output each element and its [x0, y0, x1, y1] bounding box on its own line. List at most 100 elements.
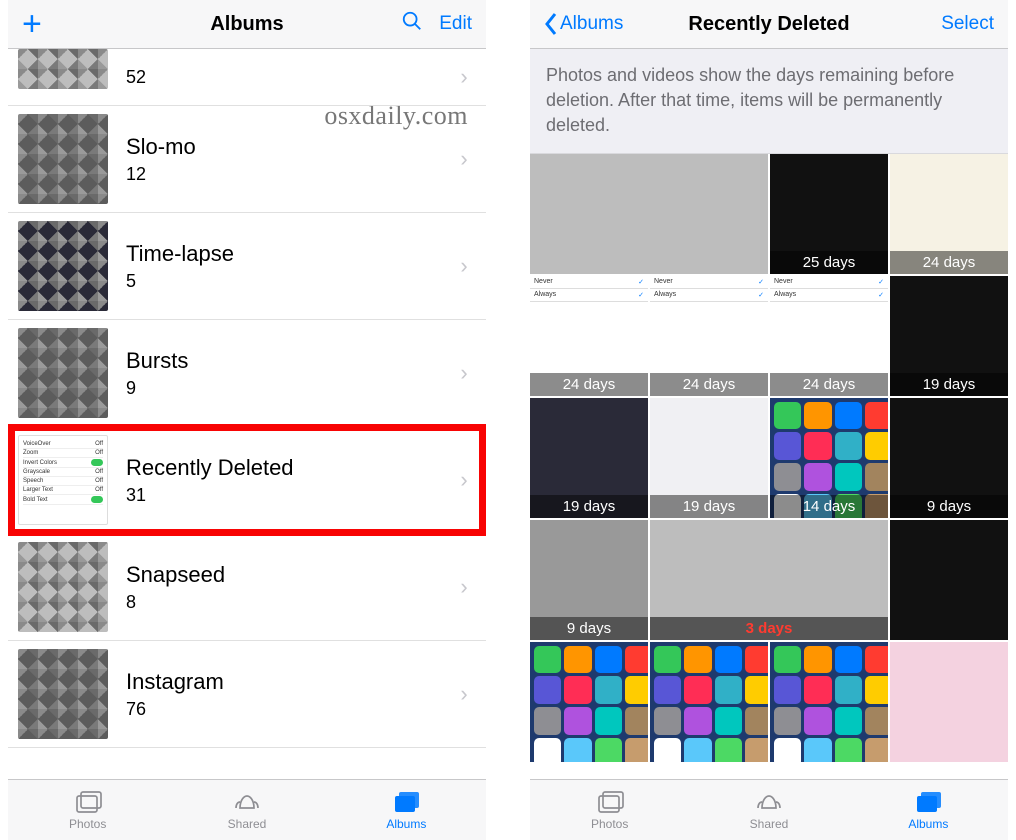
photo-cell[interactable]: 19 days [530, 398, 648, 518]
photo-cell[interactable]: 9 days [530, 520, 648, 640]
photo-cell[interactable]: 19 days [890, 276, 1008, 396]
album-name: Recently Deleted [126, 453, 454, 483]
album-count: 9 [126, 376, 454, 400]
days-remaining-label: 24 days [650, 373, 768, 396]
days-remaining-label: 14 days [770, 495, 888, 518]
days-remaining-label: 9 days [530, 617, 648, 640]
chevron-right-icon: › [454, 681, 486, 707]
days-remaining-label: 19 days [530, 495, 648, 518]
album-thumbnail [18, 49, 108, 89]
album-row[interactable]: VoiceOverOffZoomOffInvert ColorsGrayscal… [8, 427, 486, 534]
photos-icon [595, 789, 625, 817]
album-info: Instagram76 [108, 667, 454, 721]
photo-cell[interactable] [650, 642, 768, 762]
album-info: Time-lapse5 [108, 239, 454, 293]
photo-cell[interactable] [770, 642, 888, 762]
album-count: 52 [126, 65, 454, 89]
search-icon[interactable] [401, 10, 423, 38]
album-name: Bursts [126, 346, 454, 376]
album-count: 8 [126, 590, 454, 614]
album-info: Snapseed8 [108, 560, 454, 614]
deletion-info-text: Photos and videos show the days remainin… [530, 49, 1008, 154]
tab-bar: Photos Shared Albums [8, 779, 486, 840]
photo-cell[interactable]: 9 days [890, 398, 1008, 518]
add-album-button[interactable]: + [22, 14, 42, 34]
album-row[interactable]: Instagram76› [8, 641, 486, 748]
photo-cell[interactable]: Never✓Always✓24 days [770, 276, 888, 396]
chevron-right-icon: › [454, 467, 486, 493]
album-name: Slo-mo [126, 132, 454, 162]
album-info: Recently Deleted31 [108, 453, 454, 507]
tab-albums[interactable]: Albums [327, 789, 485, 831]
photo-cell[interactable] [530, 642, 648, 762]
recently-deleted-title: Recently Deleted [634, 13, 904, 36]
photo-cell[interactable]: 3 days [650, 520, 888, 640]
album-count: 76 [126, 697, 454, 721]
select-button[interactable]: Select [941, 13, 994, 35]
album-name: Snapseed [126, 560, 454, 590]
photo-cell[interactable] [530, 154, 768, 274]
album-thumbnail [18, 542, 108, 632]
days-remaining-label: 24 days [530, 373, 648, 396]
photo-cell[interactable]: Never✓Always✓24 days [530, 276, 648, 396]
photo-cell[interactable]: 14 days [770, 398, 888, 518]
photo-cell[interactable]: 25 days [770, 154, 888, 274]
albums-icon [913, 789, 943, 817]
photo-grid[interactable]: 25 days24 daysNever✓Always✓24 daysNever✓… [530, 154, 1008, 779]
days-remaining-label: 3 days [650, 617, 888, 640]
album-row[interactable]: Time-lapse5› [8, 213, 486, 320]
photo-cell[interactable]: 24 days [890, 154, 1008, 274]
albums-title: Albums [112, 13, 382, 36]
edit-button[interactable]: Edit [439, 13, 472, 35]
right-screenshot: Albums Recently Deleted Select Photos an… [530, 0, 1008, 840]
tab-label: Albums [908, 817, 948, 831]
chevron-right-icon: › [454, 574, 486, 600]
albums-icon [391, 789, 421, 817]
tab-label: Shared [228, 817, 267, 831]
recently-deleted-body: Photos and videos show the days remainin… [530, 49, 1008, 779]
tab-label: Shared [750, 817, 789, 831]
photo-cell[interactable]: Never✓Always✓24 days [650, 276, 768, 396]
chevron-right-icon: › [454, 253, 486, 279]
tab-photos[interactable]: Photos [9, 789, 167, 831]
album-thumbnail [18, 114, 108, 204]
album-count: 5 [126, 269, 454, 293]
back-label: Albums [560, 13, 623, 35]
days-remaining-label: 19 days [650, 495, 768, 518]
album-count: 31 [126, 483, 454, 507]
left-screenshot: + Albums Edit osxdaily.com 52›Slo-mo12›T… [8, 0, 486, 840]
photos-icon [73, 789, 103, 817]
days-remaining-label: 24 days [770, 373, 888, 396]
tab-albums[interactable]: Albums [849, 789, 1007, 831]
tab-shared[interactable]: Shared [168, 789, 326, 831]
album-info: Bursts9 [108, 346, 454, 400]
albums-list[interactable]: osxdaily.com 52›Slo-mo12›Time-lapse5›Bur… [8, 49, 486, 779]
days-remaining-label: 9 days [890, 495, 1008, 518]
albums-header: + Albums Edit [8, 0, 486, 49]
tab-shared[interactable]: Shared [690, 789, 848, 831]
tab-label: Photos [69, 817, 106, 831]
days-remaining-label: 19 days [890, 373, 1008, 396]
album-count: 12 [126, 162, 454, 186]
tab-label: Photos [591, 817, 628, 831]
album-name: Instagram [126, 667, 454, 697]
photo-cell[interactable]: 19 days [650, 398, 768, 518]
shared-icon [232, 789, 262, 817]
chevron-right-icon: › [454, 146, 486, 172]
photo-cell[interactable] [890, 642, 1008, 762]
album-thumbnail [18, 221, 108, 311]
album-row[interactable]: 52› [8, 49, 486, 106]
album-row[interactable]: Bursts9› [8, 320, 486, 427]
tab-photos[interactable]: Photos [531, 789, 689, 831]
album-thumbnail [18, 649, 108, 739]
chevron-right-icon: › [454, 64, 486, 90]
album-row[interactable]: Slo-mo12› [8, 106, 486, 213]
album-thumbnail: VoiceOverOffZoomOffInvert ColorsGrayscal… [18, 435, 108, 525]
album-name: Time-lapse [126, 239, 454, 269]
album-row[interactable]: Snapseed8› [8, 534, 486, 641]
photo-cell[interactable] [890, 520, 1008, 640]
shared-icon [754, 789, 784, 817]
album-info: 52 [108, 65, 454, 89]
back-button[interactable]: Albums [544, 12, 634, 36]
chevron-right-icon: › [454, 360, 486, 386]
